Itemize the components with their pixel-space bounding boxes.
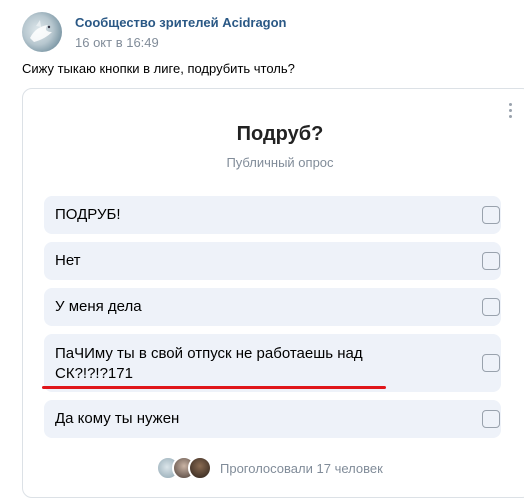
- poll-option-4[interactable]: ПаЧИму ты в свой отпуск не работаешь над…: [44, 334, 501, 392]
- poll-option-label: У меня дела: [55, 298, 142, 315]
- post-header: Сообщество зрителей Acidragon 16 окт в 1…: [22, 10, 287, 54]
- poll-title: Подруб?: [236, 123, 324, 145]
- poll-option-label: Нет: [55, 252, 81, 269]
- poll-card: Подруб? Публичный опрос ПОДРУБ! Нет У ме…: [22, 88, 524, 498]
- author-name-link[interactable]: Сообщество зрителей Acidragon: [75, 14, 287, 31]
- poll-option-label: ПОДРУБ!: [55, 206, 121, 223]
- poll-subtitle: Публичный опрос: [226, 155, 334, 170]
- post-text: Сижу тыкаю кнопки в лиге, подрубить чтол…: [22, 61, 295, 76]
- poll-option-2[interactable]: Нет: [44, 242, 501, 280]
- author-block: Сообщество зрителей Acidragon 16 окт в 1…: [75, 14, 287, 51]
- checkbox-icon[interactable]: [482, 410, 500, 428]
- voters-count: Проголосовали 17 человек: [220, 460, 383, 476]
- poll-voters[interactable]: Проголосовали 17 человек: [156, 456, 383, 480]
- more-vertical-icon[interactable]: [509, 103, 513, 119]
- poll-option-5[interactable]: Да кому ты нужен: [44, 400, 501, 438]
- poll-option-1[interactable]: ПОДРУБ!: [44, 196, 501, 234]
- post-date-link[interactable]: 16 окт в 16:49: [75, 34, 287, 51]
- highlight-underline: [42, 386, 386, 389]
- checkbox-icon[interactable]: [482, 206, 500, 224]
- poll-option-label: ПаЧИму ты в свой отпуск не работаешь над…: [55, 345, 363, 382]
- checkbox-icon[interactable]: [482, 252, 500, 270]
- poll-option-label: Да кому ты нужен: [55, 410, 180, 427]
- checkbox-icon[interactable]: [482, 354, 500, 372]
- voter-avatar: [188, 456, 212, 480]
- checkbox-icon[interactable]: [482, 298, 500, 316]
- community-avatar-icon[interactable]: [22, 12, 62, 52]
- poll-option-3[interactable]: У меня дела: [44, 288, 501, 326]
